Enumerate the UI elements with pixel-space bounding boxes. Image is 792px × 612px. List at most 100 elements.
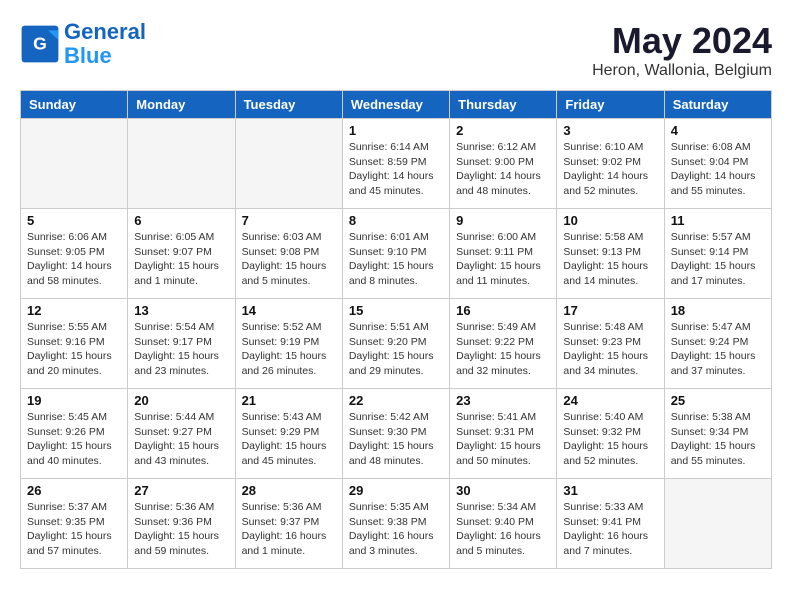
- calendar-cell: 4 Sunrise: 6:08 AM Sunset: 9:04 PM Daylig…: [664, 119, 771, 209]
- calendar-cell: 17 Sunrise: 5:48 AM Sunset: 9:23 PM Dayli…: [557, 299, 664, 389]
- day-number: 5: [27, 213, 121, 228]
- calendar-cell: [21, 119, 128, 209]
- logo: G General Blue: [20, 20, 146, 68]
- calendar-cell: 3 Sunrise: 6:10 AM Sunset: 9:02 PM Daylig…: [557, 119, 664, 209]
- day-number: 17: [563, 303, 657, 318]
- day-info: Sunrise: 5:51 AM Sunset: 9:20 PM Dayligh…: [349, 320, 443, 379]
- day-number: 21: [242, 393, 336, 408]
- calendar-cell: 24 Sunrise: 5:40 AM Sunset: 9:32 PM Dayli…: [557, 389, 664, 479]
- calendar-cell: 1Sunrise: 6:14 AM Sunset: 8:59 PM Daylig…: [342, 119, 449, 209]
- calendar-cell: 12 Sunrise: 5:55 AM Sunset: 9:16 PM Dayli…: [21, 299, 128, 389]
- calendar-cell: 5 Sunrise: 6:06 AM Sunset: 9:05 PM Daylig…: [21, 209, 128, 299]
- calendar-cell: [664, 479, 771, 569]
- calendar-cell: [235, 119, 342, 209]
- day-info: Sunrise: 5:52 AM Sunset: 9:19 PM Dayligh…: [242, 320, 336, 379]
- calendar-table: SundayMondayTuesdayWednesdayThursdayFrid…: [20, 90, 772, 569]
- day-number: 9: [456, 213, 550, 228]
- day-info: Sunrise: 5:48 AM Sunset: 9:23 PM Dayligh…: [563, 320, 657, 379]
- calendar-cell: 11Sunrise: 5:57 AM Sunset: 9:14 PM Dayli…: [664, 209, 771, 299]
- day-info: Sunrise: 5:58 AM Sunset: 9:13 PM Dayligh…: [563, 230, 657, 289]
- day-info: Sunrise: 5:35 AM Sunset: 9:38 PM Dayligh…: [349, 500, 443, 559]
- page-header: G General Blue May 2024 Heron, Wallonia,…: [20, 20, 772, 80]
- weekday-header: Friday: [557, 91, 664, 119]
- day-info: Sunrise: 5:54 AM Sunset: 9:17 PM Dayligh…: [134, 320, 228, 379]
- day-number: 26: [27, 483, 121, 498]
- logo-line1: General: [64, 19, 146, 44]
- day-number: 29: [349, 483, 443, 498]
- day-number: 2: [456, 123, 550, 138]
- week-row: 12 Sunrise: 5:55 AM Sunset: 9:16 PM Dayli…: [21, 299, 772, 389]
- day-number: 25: [671, 393, 765, 408]
- day-number: 11: [671, 213, 765, 228]
- logo-icon: G: [20, 24, 60, 64]
- calendar-cell: 29 Sunrise: 5:35 AM Sunset: 9:38 PM Dayli…: [342, 479, 449, 569]
- week-row: 19Sunrise: 5:45 AM Sunset: 9:26 PM Dayli…: [21, 389, 772, 479]
- day-number: 30: [456, 483, 550, 498]
- calendar-cell: 25 Sunrise: 5:38 AM Sunset: 9:34 PM Dayli…: [664, 389, 771, 479]
- calendar-cell: 26Sunrise: 5:37 AM Sunset: 9:35 PM Dayli…: [21, 479, 128, 569]
- svg-text:G: G: [33, 34, 47, 54]
- calendar-cell: 7Sunrise: 6:03 AM Sunset: 9:08 PM Daylig…: [235, 209, 342, 299]
- day-info: Sunrise: 5:41 AM Sunset: 9:31 PM Dayligh…: [456, 410, 550, 469]
- calendar-cell: 28 Sunrise: 5:36 AM Sunset: 9:37 PM Dayli…: [235, 479, 342, 569]
- day-info: Sunrise: 5:55 AM Sunset: 9:16 PM Dayligh…: [27, 320, 121, 379]
- calendar-cell: 19Sunrise: 5:45 AM Sunset: 9:26 PM Dayli…: [21, 389, 128, 479]
- calendar-cell: 6 Sunrise: 6:05 AM Sunset: 9:07 PM Daylig…: [128, 209, 235, 299]
- weekday-header: Monday: [128, 91, 235, 119]
- day-info: Sunrise: 5:36 AM Sunset: 9:36 PM Dayligh…: [134, 500, 228, 559]
- calendar-cell: 9 Sunrise: 6:00 AM Sunset: 9:11 PM Daylig…: [450, 209, 557, 299]
- logo-text: General Blue: [64, 20, 146, 68]
- day-number: 20: [134, 393, 228, 408]
- day-info: Sunrise: 5:42 AM Sunset: 9:30 PM Dayligh…: [349, 410, 443, 469]
- calendar-cell: 10 Sunrise: 5:58 AM Sunset: 9:13 PM Dayli…: [557, 209, 664, 299]
- day-info: Sunrise: 6:08 AM Sunset: 9:04 PM Dayligh…: [671, 140, 765, 199]
- day-number: 31: [563, 483, 657, 498]
- calendar-cell: 30Sunrise: 5:34 AM Sunset: 9:40 PM Dayli…: [450, 479, 557, 569]
- logo-line2: Blue: [64, 43, 112, 68]
- weekday-header: Thursday: [450, 91, 557, 119]
- weekday-header: Wednesday: [342, 91, 449, 119]
- calendar-cell: 16 Sunrise: 5:49 AM Sunset: 9:22 PM Dayli…: [450, 299, 557, 389]
- week-row: 1Sunrise: 6:14 AM Sunset: 8:59 PM Daylig…: [21, 119, 772, 209]
- day-number: 23: [456, 393, 550, 408]
- day-info: Sunrise: 5:45 AM Sunset: 9:26 PM Dayligh…: [27, 410, 121, 469]
- day-info: Sunrise: 5:44 AM Sunset: 9:27 PM Dayligh…: [134, 410, 228, 469]
- month-year: May 2024: [592, 20, 772, 62]
- day-info: Sunrise: 5:49 AM Sunset: 9:22 PM Dayligh…: [456, 320, 550, 379]
- day-number: 24: [563, 393, 657, 408]
- day-number: 22: [349, 393, 443, 408]
- day-number: 3: [563, 123, 657, 138]
- calendar-cell: 22 Sunrise: 5:42 AM Sunset: 9:30 PM Dayli…: [342, 389, 449, 479]
- day-info: Sunrise: 5:40 AM Sunset: 9:32 PM Dayligh…: [563, 410, 657, 469]
- day-number: 12: [27, 303, 121, 318]
- day-number: 10: [563, 213, 657, 228]
- day-number: 27: [134, 483, 228, 498]
- calendar-cell: 14 Sunrise: 5:52 AM Sunset: 9:19 PM Dayli…: [235, 299, 342, 389]
- calendar-cell: 23 Sunrise: 5:41 AM Sunset: 9:31 PM Dayli…: [450, 389, 557, 479]
- day-info: Sunrise: 6:01 AM Sunset: 9:10 PM Dayligh…: [349, 230, 443, 289]
- day-number: 28: [242, 483, 336, 498]
- day-number: 4: [671, 123, 765, 138]
- day-number: 16: [456, 303, 550, 318]
- day-info: Sunrise: 6:10 AM Sunset: 9:02 PM Dayligh…: [563, 140, 657, 199]
- day-info: Sunrise: 5:36 AM Sunset: 9:37 PM Dayligh…: [242, 500, 336, 559]
- calendar-cell: 21 Sunrise: 5:43 AM Sunset: 9:29 PM Dayli…: [235, 389, 342, 479]
- day-info: Sunrise: 6:05 AM Sunset: 9:07 PM Dayligh…: [134, 230, 228, 289]
- day-info: Sunrise: 5:43 AM Sunset: 9:29 PM Dayligh…: [242, 410, 336, 469]
- day-number: 18: [671, 303, 765, 318]
- day-number: 6: [134, 213, 228, 228]
- title-block: May 2024 Heron, Wallonia, Belgium: [592, 20, 772, 80]
- day-info: Sunrise: 6:00 AM Sunset: 9:11 PM Dayligh…: [456, 230, 550, 289]
- day-info: Sunrise: 5:47 AM Sunset: 9:24 PM Dayligh…: [671, 320, 765, 379]
- day-info: Sunrise: 6:14 AM Sunset: 8:59 PM Dayligh…: [349, 140, 443, 199]
- day-info: Sunrise: 6:06 AM Sunset: 9:05 PM Dayligh…: [27, 230, 121, 289]
- week-row: 26Sunrise: 5:37 AM Sunset: 9:35 PM Dayli…: [21, 479, 772, 569]
- day-number: 7: [242, 213, 336, 228]
- calendar-cell: 8Sunrise: 6:01 AM Sunset: 9:10 PM Daylig…: [342, 209, 449, 299]
- calendar-cell: 15Sunrise: 5:51 AM Sunset: 9:20 PM Dayli…: [342, 299, 449, 389]
- day-info: Sunrise: 6:12 AM Sunset: 9:00 PM Dayligh…: [456, 140, 550, 199]
- day-number: 14: [242, 303, 336, 318]
- weekday-header: Tuesday: [235, 91, 342, 119]
- calendar-cell: 27 Sunrise: 5:36 AM Sunset: 9:36 PM Dayli…: [128, 479, 235, 569]
- day-info: Sunrise: 5:38 AM Sunset: 9:34 PM Dayligh…: [671, 410, 765, 469]
